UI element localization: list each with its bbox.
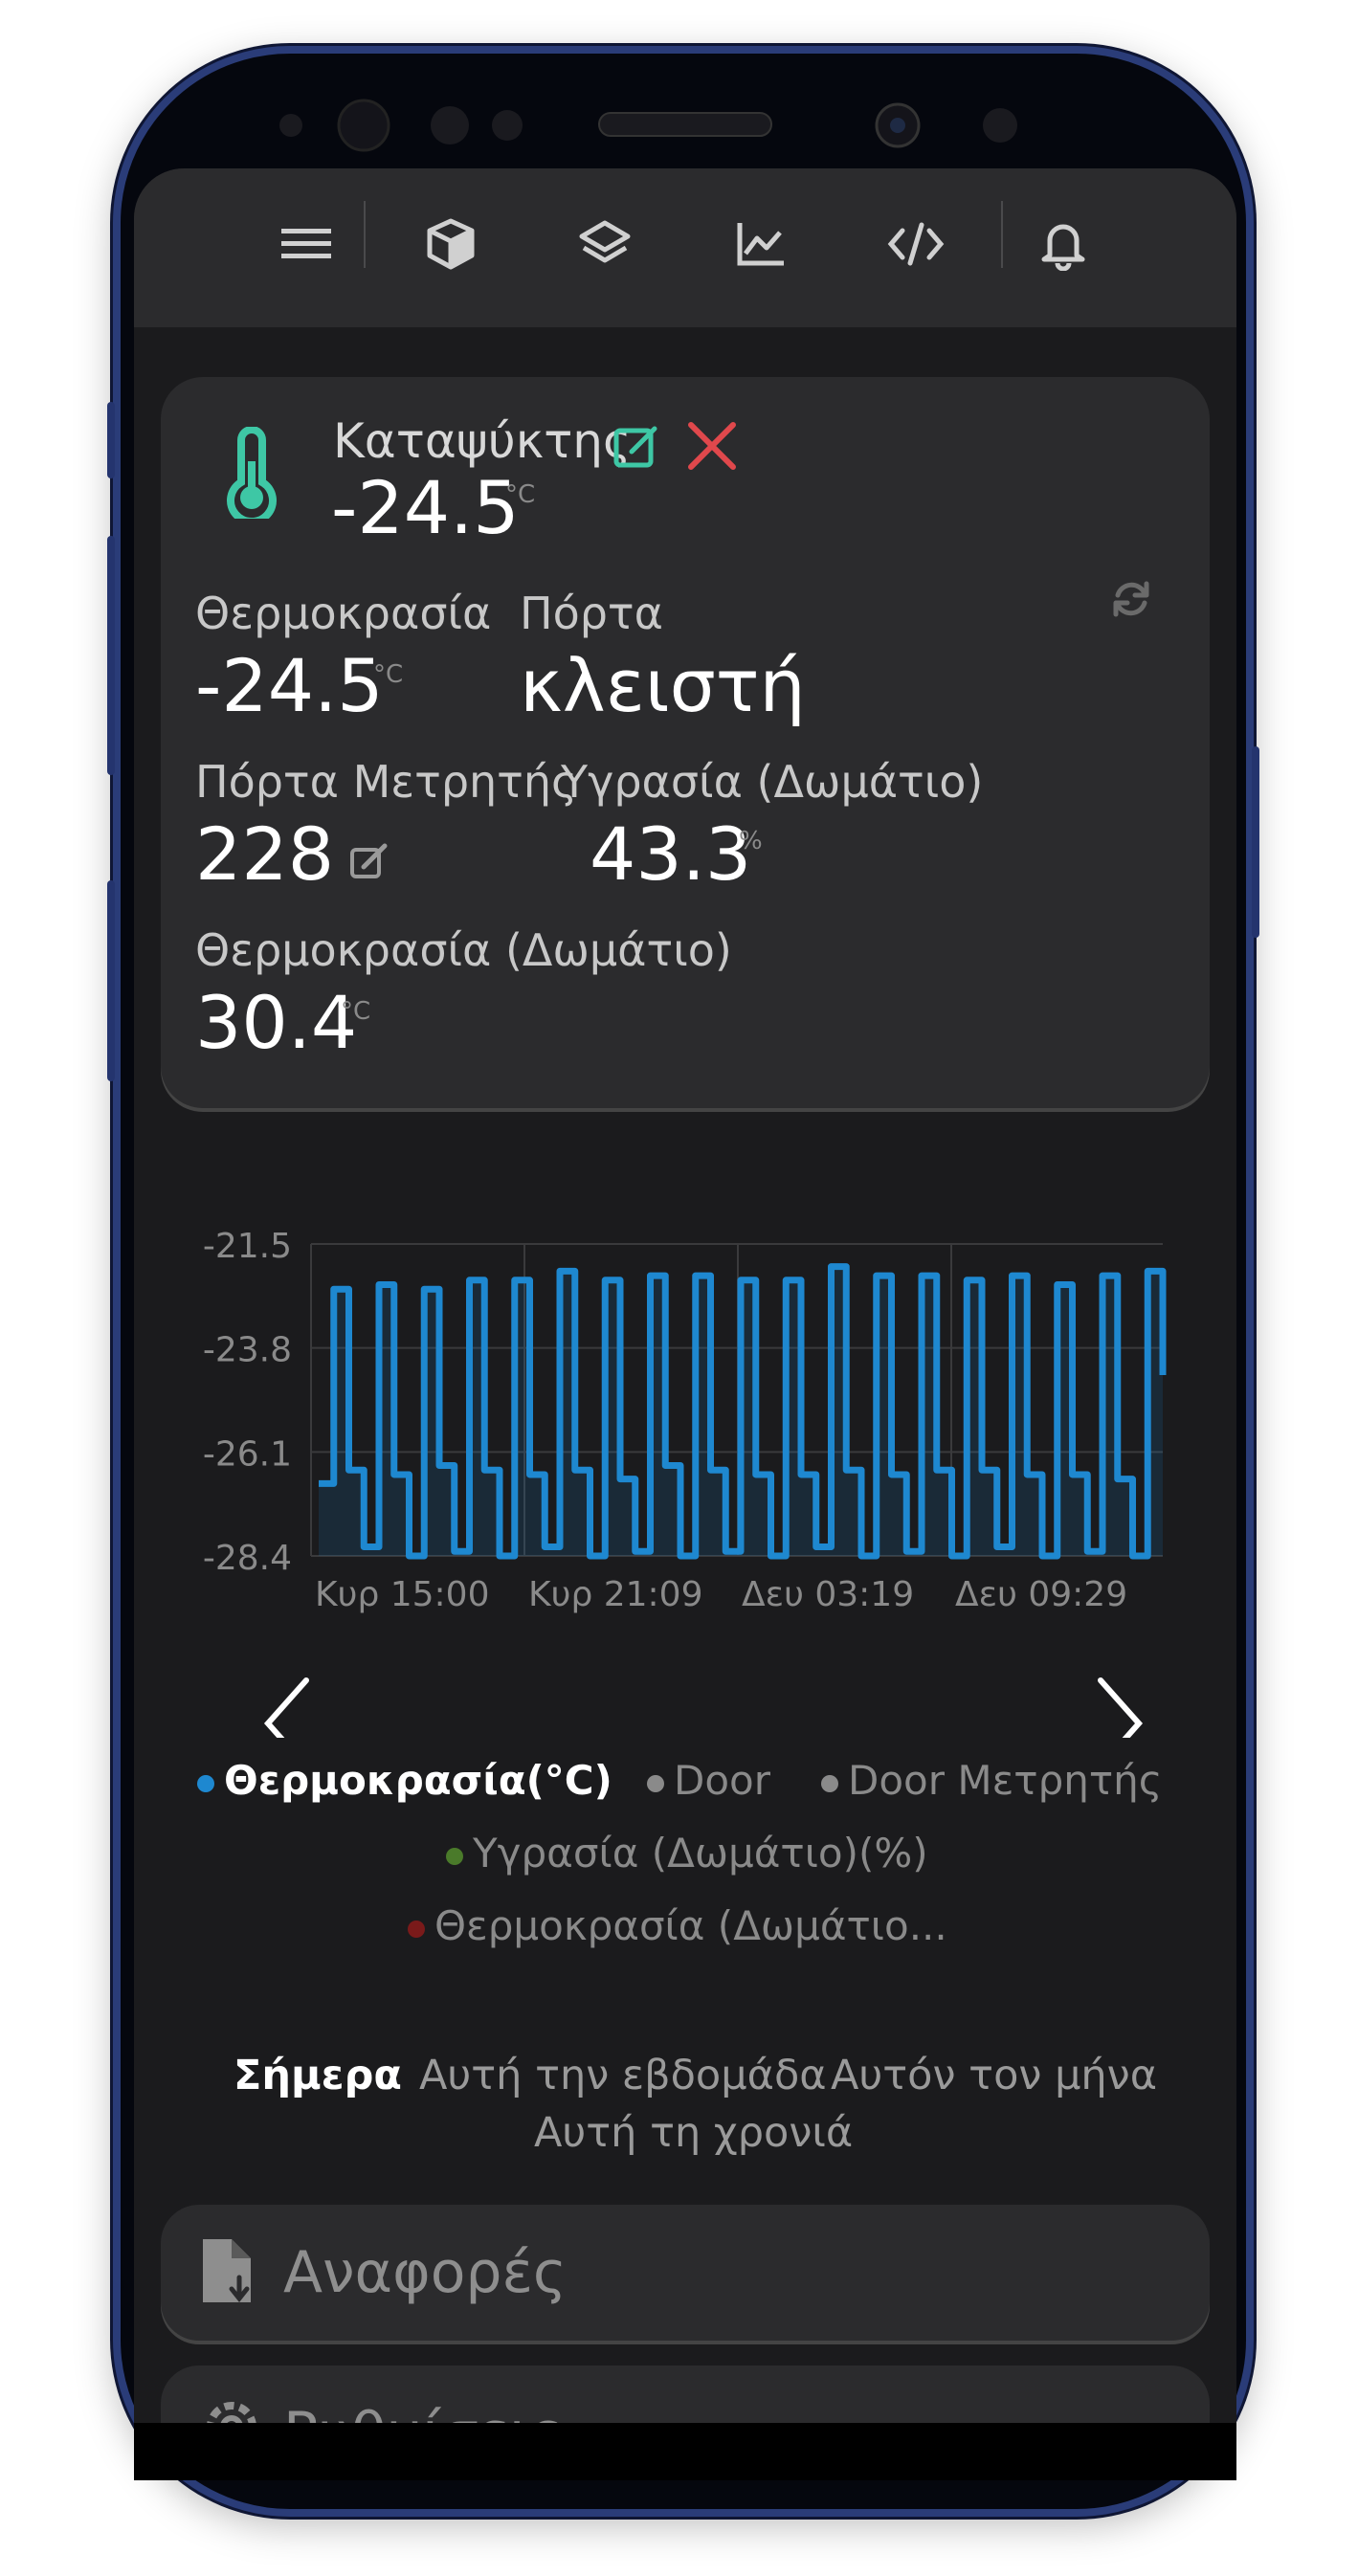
- legend-dot: [446, 1847, 463, 1865]
- legend-dot: [821, 1774, 838, 1792]
- chart-svg: -21.5 -23.8 -26.1 -28.4 Κυρ 15:00 Κυρ 21:09 Δε…: [203, 1227, 1167, 1769]
- door-counter-value: 228: [195, 811, 335, 897]
- temperature-chart: -21.5 -23.8 -26.1 -28.4 Κυρ 15:00 Κυρ 21:09 Δε…: [134, 1202, 1236, 1769]
- legend-item-room-temperature[interactable]: Θερμοκρασία (Δωμάτιο...: [408, 1902, 947, 1949]
- temperature-label: Θερμοκρασία: [195, 588, 492, 639]
- phone-power-button: [1252, 746, 1259, 938]
- period-week[interactable]: Αυτή την εβδομάδα: [419, 2052, 827, 2099]
- legend-label: Door Μετρητής: [848, 1757, 1163, 1804]
- period-today[interactable]: Σήμερα: [234, 2052, 402, 2099]
- refresh-icon[interactable]: [1108, 576, 1154, 626]
- legend-label: Θερμοκρασία(°C): [224, 1757, 612, 1804]
- legend-item-temperature[interactable]: Θερμοκρασία(°C): [197, 1757, 612, 1804]
- y-tick-label: -28.4: [203, 1539, 292, 1578]
- y-tick-label: -23.8: [203, 1331, 292, 1370]
- toolbar-divider: [1001, 201, 1003, 268]
- top-toolbar: [134, 168, 1236, 327]
- gear-icon: [197, 2392, 266, 2423]
- reports-menu-item[interactable]: Αναφορές: [161, 2205, 1210, 2341]
- app-screen: Καταψύκτης -24.5 °C Θερμοκρασία -24.5 °C…: [134, 168, 1236, 2423]
- room-temperature-label: Θερμοκρασία (Δωμάτιο): [195, 924, 732, 976]
- room-temperature-unit: °C: [341, 997, 371, 1026]
- phone-volume-button: [107, 536, 115, 775]
- settings-menu-item[interactable]: Ρυθμίσεις: [161, 2365, 1210, 2423]
- chart-icon[interactable]: [727, 211, 794, 278]
- legend-label: Θερμοκρασία (Δωμάτιο...: [434, 1902, 947, 1949]
- x-tick-label: Δευ 03:19: [742, 1575, 914, 1614]
- y-tick-label: -26.1: [203, 1434, 292, 1474]
- y-tick-label: -21.5: [203, 1227, 292, 1266]
- layers-icon[interactable]: [571, 211, 638, 278]
- legend-label: Door: [674, 1757, 771, 1804]
- code-icon[interactable]: [882, 211, 949, 278]
- legend-dot: [197, 1774, 214, 1792]
- x-tick-label: Κυρ 15:00: [315, 1575, 489, 1614]
- bell-icon[interactable]: [1030, 211, 1097, 278]
- main-unit: °C: [505, 480, 536, 509]
- menu-icon[interactable]: [273, 211, 340, 278]
- device-card: Καταψύκτης -24.5 °C Θερμοκρασία -24.5 °C…: [161, 377, 1210, 1108]
- edit-icon[interactable]: [612, 421, 662, 475]
- room-temperature-value: 30.4: [195, 980, 358, 1065]
- door-counter-label: Πόρτα Μετρητής: [195, 756, 578, 808]
- cube-icon[interactable]: [417, 211, 484, 278]
- phone-side-button: [107, 880, 115, 1081]
- main-value: -24.5: [331, 465, 520, 550]
- reports-label: Αναφορές: [283, 2239, 568, 2306]
- toolbar-divider: [364, 201, 366, 268]
- room-humidity-unit: %: [739, 827, 763, 855]
- chevron-left-icon[interactable]: [263, 1677, 309, 1769]
- report-file-icon: [197, 2235, 258, 2312]
- legend-label: Υγρασία (Δωμάτιο)(%): [473, 1830, 928, 1876]
- phone-sensors: [279, 99, 1017, 152]
- legend-item-room-humidity[interactable]: Υγρασία (Δωμάτιο)(%): [446, 1830, 928, 1876]
- door-value: κλειστή: [520, 643, 806, 728]
- room-humidity-value: 43.3: [590, 811, 752, 897]
- period-year[interactable]: Αυτή τη χρονιά: [534, 2109, 853, 2157]
- settings-label: Ρυθμίσεις: [283, 2400, 563, 2423]
- thermometer-icon: [220, 426, 283, 526]
- device-name: Καταψύκτης: [333, 413, 632, 469]
- x-tick-label: Κυρ 21:09: [528, 1575, 702, 1614]
- legend-item-door[interactable]: Door: [647, 1757, 770, 1804]
- temperature-unit: °C: [373, 660, 404, 689]
- close-icon[interactable]: [685, 419, 739, 477]
- edit-counter-icon[interactable]: [348, 840, 390, 886]
- legend-dot: [647, 1774, 664, 1792]
- phone-bottom-bezel: [134, 2423, 1236, 2480]
- legend-item-door-counter[interactable]: Door Μετρητής: [821, 1757, 1162, 1804]
- chevron-right-icon[interactable]: [1098, 1677, 1144, 1769]
- period-month[interactable]: Αυτόν τον μήνα: [831, 2052, 1157, 2099]
- legend-dot: [408, 1920, 425, 1938]
- phone-side-button: [107, 402, 115, 478]
- x-tick-label: Δευ 09:29: [955, 1575, 1127, 1614]
- door-label: Πόρτα: [520, 588, 663, 639]
- temperature-value: -24.5: [195, 643, 384, 728]
- room-humidity-label: Υγρασία (Δωμάτιο): [561, 756, 984, 808]
